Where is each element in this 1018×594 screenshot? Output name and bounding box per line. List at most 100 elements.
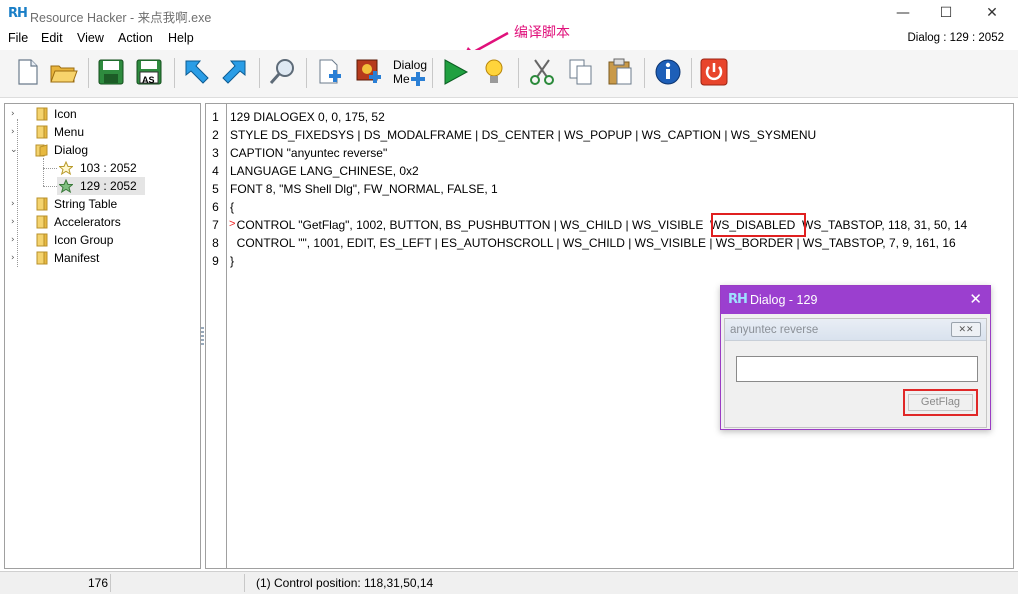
tree-guide-line (43, 158, 44, 186)
getflag-button[interactable]: GetFlag (908, 394, 973, 411)
splitter-grip (201, 331, 204, 333)
title-bar: RH Resource Hacker - 来点我啊.exe — ☐ ✕ (0, 0, 1018, 28)
dialog-menu-label: Dialog (393, 58, 428, 72)
menu-file[interactable]: File (8, 31, 28, 45)
expand-arrow-icon[interactable]: › (11, 213, 21, 231)
folder-icon (36, 233, 48, 247)
menu-action[interactable]: Action (118, 31, 153, 45)
tree-item-label: Icon (54, 107, 77, 121)
minimize-button[interactable]: — (880, 0, 926, 28)
code-line[interactable]: STYLE DS_FIXEDSYS | DS_MODALFRAME | DS_C… (230, 128, 816, 142)
dialog-preview-title: Dialog - 129 (750, 293, 818, 307)
toolbar-separator (259, 58, 260, 88)
expand-arrow-icon[interactable]: › (11, 105, 21, 123)
maximize-button[interactable]: ☐ (923, 0, 969, 28)
line-number: 9 (212, 254, 219, 268)
menu-help[interactable]: Help (168, 31, 194, 45)
app-logo-icon: RH (8, 6, 28, 21)
compile-play-icon[interactable] (440, 57, 470, 87)
code-line[interactable]: CONTROL "GetFlag", 1002, BUTTON, BS_PUSH… (230, 218, 968, 232)
flag-edit-field[interactable] (736, 356, 978, 382)
splitter-grip (201, 335, 204, 337)
expand-arrow-icon[interactable]: › (11, 123, 21, 141)
code-line[interactable]: LANGUAGE LANG_CHINESE, 0x2 (230, 164, 419, 178)
expand-arrow-icon[interactable]: › (11, 231, 21, 249)
toolbar-separator (432, 58, 433, 88)
tree-item-accelerators[interactable]: › Accelerators (9, 213, 189, 231)
tree-item-label: Icon Group (54, 233, 114, 247)
arrow-forward-icon[interactable] (219, 57, 249, 87)
panel-splitter[interactable] (201, 103, 204, 569)
menu-edit[interactable]: Edit (41, 31, 63, 45)
save-as-icon[interactable]: AS (134, 57, 164, 87)
toolbar-separator (88, 58, 89, 88)
expand-arrow-icon[interactable]: › (11, 195, 21, 213)
tree-item-label: 129 : 2052 (80, 179, 137, 193)
tree-item-dialog-129-selected[interactable]: 129 : 2052 (57, 177, 145, 195)
tree-item-label: Manifest (54, 251, 100, 265)
tree-item-menu[interactable]: › Menu (9, 123, 189, 141)
code-line[interactable]: } (230, 254, 234, 268)
menu-view[interactable]: View (77, 31, 104, 45)
expand-arrow-icon[interactable]: › (11, 249, 21, 267)
window-title: Resource Hacker - 来点我啊.exe (30, 11, 212, 25)
add-resource-icon[interactable] (315, 57, 345, 87)
code-line[interactable]: CAPTION "anyuntec reverse" (230, 146, 387, 160)
paste-icon[interactable] (605, 57, 635, 87)
line-number: 6 (212, 200, 219, 214)
toolbar-separator (306, 58, 307, 88)
line-number: 5 (212, 182, 219, 196)
status-message: (1) Control position: 118,31,50,14 (256, 576, 434, 590)
line-number: 2 (212, 128, 219, 142)
lightbulb-icon[interactable] (479, 57, 509, 87)
dialog-preview-titlebar[interactable]: RH Dialog - 129 ✕ (721, 286, 990, 314)
tree-item-label: Dialog (54, 143, 89, 157)
tree-item-icon-group[interactable]: › Icon Group (9, 231, 189, 249)
open-folder-icon[interactable] (48, 57, 78, 87)
line-number: 3 (212, 146, 219, 160)
tree-item-icon[interactable]: › Icon (9, 105, 189, 123)
tree-item-manifest[interactable]: › Manifest (9, 249, 189, 267)
ws-disabled-highlight (711, 213, 806, 237)
close-button[interactable]: ✕ (969, 0, 1015, 28)
tree-item-dialog[interactable]: ⌄ Dialog (9, 141, 189, 159)
collapse-arrow-icon[interactable]: ⌄ (10, 141, 20, 159)
find-icon[interactable] (267, 57, 297, 87)
dialog-menu-icon[interactable]: Dialog Me (392, 57, 428, 87)
toolbar-separator (174, 58, 175, 88)
code-line[interactable]: 129 DIALOGEX 0, 0, 175, 52 (230, 110, 385, 124)
add-image-icon[interactable] (354, 57, 384, 87)
tree-item-label: Accelerators (54, 215, 121, 229)
tree-item-string-table[interactable]: › String Table (9, 195, 189, 213)
info-icon[interactable] (653, 57, 683, 87)
close-icon[interactable]: ✕ (969, 290, 982, 308)
status-position: 176 (88, 576, 109, 590)
open-folder-icon (35, 144, 48, 157)
dialog-menu-label-2: Me (393, 72, 410, 86)
star-selected-icon (59, 179, 73, 193)
code-line[interactable]: CONTROL "", 1001, EDIT, ES_LEFT | ES_AUT… (230, 236, 956, 250)
power-icon[interactable] (699, 57, 729, 87)
cut-icon[interactable] (527, 57, 557, 87)
tree-item-dialog-103[interactable]: 103 : 2052 (57, 159, 147, 177)
folder-icon (36, 251, 48, 265)
dialog-preview-window[interactable]: RH Dialog - 129 ✕ anyuntec reverse ✕✕ Ge… (720, 285, 991, 430)
toolbar-separator (691, 58, 692, 88)
folder-icon (36, 125, 48, 139)
folder-icon (36, 107, 48, 121)
save-as-label: AS (142, 75, 155, 85)
splitter-grip (201, 339, 204, 341)
code-line[interactable]: FONT 8, "MS Shell Dlg", FW_NORMAL, FALSE… (230, 182, 498, 196)
copy-icon[interactable] (566, 57, 596, 87)
splitter-grip (201, 343, 204, 345)
dialog-caption: anyuntec reverse (730, 324, 819, 336)
compile-script-annotation: 编译脚本 (514, 25, 570, 41)
resource-tree: › Icon › Menu ⌄ Dialog 103 : 2052 129 : … (4, 103, 201, 569)
inner-close-icon[interactable]: ✕✕ (951, 322, 981, 337)
arrow-back-icon[interactable] (182, 57, 212, 87)
tree-guide-line (43, 168, 57, 169)
save-icon[interactable] (96, 57, 126, 87)
code-line[interactable]: { (230, 200, 234, 214)
getflag-button-highlight: GetFlag (903, 389, 978, 416)
new-file-icon[interactable] (12, 57, 42, 87)
